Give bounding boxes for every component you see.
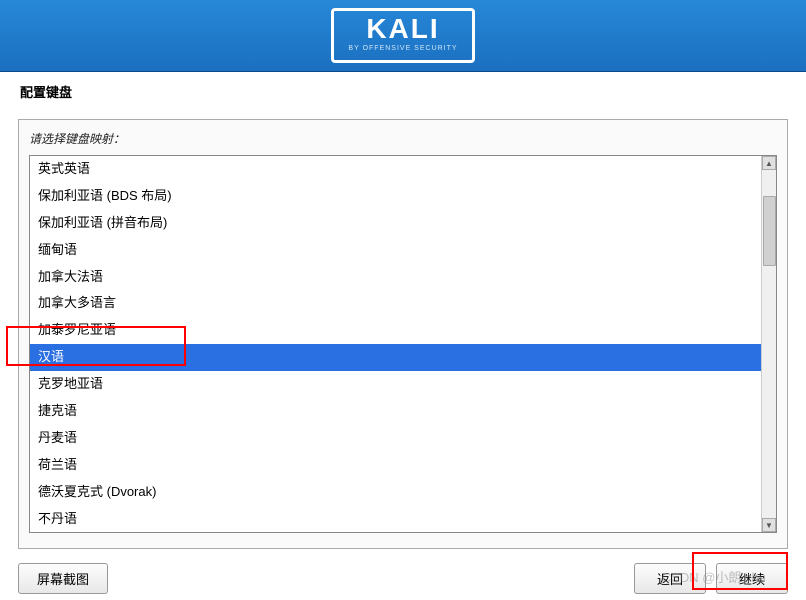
screenshot-button[interactable]: 屏幕截图	[18, 563, 108, 594]
kali-logo: KALI BY OFFENSIVE SECURITY	[331, 8, 474, 63]
keyboard-panel: 请选择键盘映射： 英式英语保加利亚语 (BDS 布局)保加利亚语 (拼音布局)缅…	[18, 119, 788, 549]
keyboard-option[interactable]: 缅甸语	[30, 237, 761, 264]
keyboard-option[interactable]: 加拿大多语言	[30, 290, 761, 317]
keyboard-option[interactable]: 加拿大法语	[30, 264, 761, 291]
continue-button[interactable]: 继续	[716, 563, 788, 594]
scrollbar[interactable]: ▲ ▼	[761, 156, 776, 532]
keyboard-option[interactable]: 英式英语	[30, 156, 761, 183]
footer-buttons: 屏幕截图 返回 继续	[0, 549, 806, 594]
keyboard-option[interactable]: 保加利亚语 (拼音布局)	[30, 210, 761, 237]
keyboard-option[interactable]: 荷兰语	[30, 452, 761, 479]
keyboard-option[interactable]: 加泰罗尼亚语	[30, 317, 761, 344]
back-button[interactable]: 返回	[634, 563, 706, 594]
keyboard-option[interactable]: 汉语	[30, 344, 761, 371]
select-label: 请选择键盘映射：	[29, 130, 777, 147]
scroll-up-icon[interactable]: ▲	[762, 156, 776, 170]
keyboard-option[interactable]: 德沃夏克式 (Dvorak)	[30, 479, 761, 506]
scroll-thumb[interactable]	[763, 196, 776, 266]
keyboard-option[interactable]: 丹麦语	[30, 425, 761, 452]
logo-text-sub: BY OFFENSIVE SECURITY	[348, 45, 457, 52]
content-area: 配置键盘 请选择键盘映射： 英式英语保加利亚语 (BDS 布局)保加利亚语 (拼…	[0, 72, 806, 549]
scroll-down-icon[interactable]: ▼	[762, 518, 776, 532]
keyboard-option[interactable]: 克罗地亚语	[30, 371, 761, 398]
keyboard-option[interactable]: 保加利亚语 (BDS 布局)	[30, 183, 761, 210]
logo-text-main: KALI	[348, 15, 457, 43]
page-title: 配置键盘	[20, 82, 788, 101]
installer-header: KALI BY OFFENSIVE SECURITY	[0, 0, 806, 72]
keyboard-listbox[interactable]: 英式英语保加利亚语 (BDS 布局)保加利亚语 (拼音布局)缅甸语加拿大法语加拿…	[29, 155, 777, 533]
keyboard-option[interactable]: 捷克语	[30, 398, 761, 425]
keyboard-option[interactable]: 不丹语	[30, 506, 761, 532]
